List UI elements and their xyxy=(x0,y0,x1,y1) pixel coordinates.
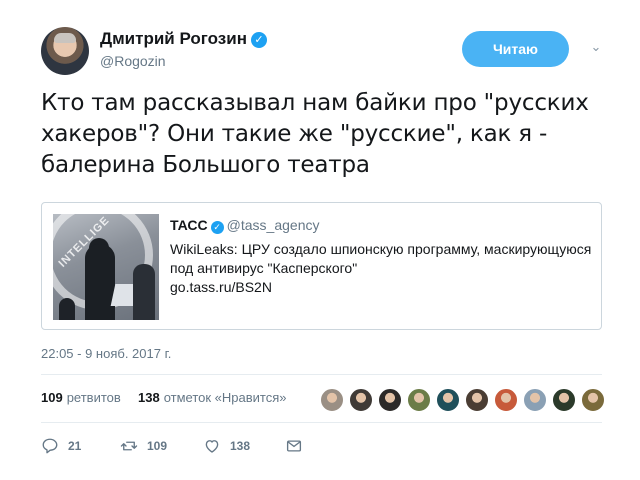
verified-icon: ✓ xyxy=(210,221,224,234)
tweet-timestamp[interactable]: 22:05 - 9 нояб. 2017 г. xyxy=(41,346,171,361)
retweets-label: ретвитов xyxy=(66,390,121,405)
reply-button[interactable]: 21 xyxy=(41,434,81,458)
quoted-tweet-card[interactable]: INTELLIGE ТАСС ✓ @tass_agency WikiLeaks: Ц… xyxy=(41,202,602,330)
like-count: 138 xyxy=(230,439,251,453)
likes-label: отметок «Нравится» xyxy=(163,390,287,405)
quoted-tweet-text: WikiLeaks: ЦРУ создало шпионскую програм… xyxy=(170,240,595,297)
quoted-author: ТАСС ✓ @tass_agency xyxy=(170,217,319,234)
author-name[interactable]: Дмитрий Рогозин xyxy=(100,29,247,48)
divider-bottom xyxy=(41,422,602,423)
following-button[interactable]: Читаю xyxy=(462,31,569,67)
quoted-tweet-image[interactable]: INTELLIGE xyxy=(53,214,159,320)
envelope-icon xyxy=(286,440,302,452)
tweet-actions: 21 109 138 xyxy=(41,434,441,458)
liker-avatar[interactable] xyxy=(378,388,402,412)
likes-count: 138 xyxy=(138,390,160,405)
liker-avatar[interactable] xyxy=(465,388,489,412)
verified-icon: ✓ xyxy=(250,32,267,48)
liker-avatar[interactable] xyxy=(523,388,547,412)
liker-avatar[interactable] xyxy=(320,388,344,412)
author-handle[interactable]: @Rogozin xyxy=(100,53,166,69)
quoted-author-handle: @tass_agency xyxy=(226,217,320,233)
divider-top xyxy=(41,374,602,375)
liker-avatar[interactable] xyxy=(494,388,518,412)
quoted-author-name: ТАСС xyxy=(170,217,208,233)
liker-avatar[interactable] xyxy=(407,388,431,412)
quoted-text-line-2: под антивирус "Касперского" xyxy=(170,260,358,276)
liker-avatar[interactable] xyxy=(436,388,460,412)
like-button[interactable]: 138 xyxy=(203,434,250,458)
tweet-stats: 109 ретвитов 138 отметок «Нравится» xyxy=(41,388,605,414)
heart-icon xyxy=(205,440,219,453)
likes-stat[interactable]: 138 отметок «Нравится» xyxy=(138,390,287,405)
liker-avatar[interactable] xyxy=(349,388,373,412)
chevron-down-icon[interactable]: ⌄ xyxy=(586,37,606,57)
quoted-text-line-1: WikiLeaks: ЦРУ создало шпионскую програм… xyxy=(170,241,592,257)
retweet-icon xyxy=(120,441,138,451)
liker-avatar[interactable] xyxy=(581,388,605,412)
liker-avatar[interactable] xyxy=(552,388,576,412)
retweet-count: 109 xyxy=(147,439,168,453)
tweet-header: Дмитрий Рогозин ✓ @Rogozin Читаю ⌄ xyxy=(41,27,611,75)
reply-icon xyxy=(42,438,58,454)
direct-message-button[interactable] xyxy=(285,434,312,458)
tweet-text: Кто там рассказывал нам байки про "русск… xyxy=(41,90,589,178)
author-avatar[interactable] xyxy=(41,27,89,75)
retweets-count: 109 xyxy=(41,390,63,405)
retweets-stat[interactable]: 109 ретвитов xyxy=(41,390,121,405)
author-name-row[interactable]: Дмитрий Рогозин ✓ xyxy=(100,29,267,49)
quoted-tweet-link[interactable]: go.tass.ru/BS2N xyxy=(170,278,595,297)
reply-count: 21 xyxy=(68,439,82,453)
retweet-button[interactable]: 109 xyxy=(120,434,167,458)
